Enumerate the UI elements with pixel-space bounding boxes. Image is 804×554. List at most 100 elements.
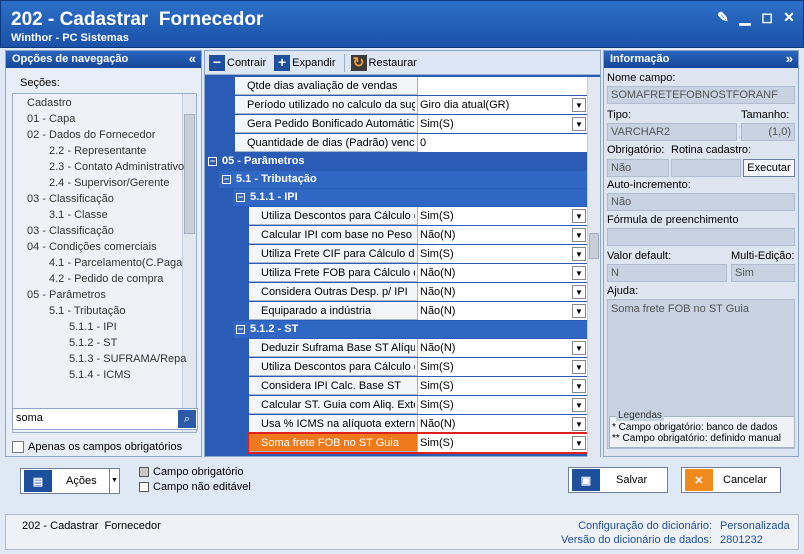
group-row[interactable]: −5.1.2 - ST [233,321,587,338]
parameter-value[interactable]: Sim(S) ▼ [417,207,587,225]
tree-item[interactable]: 2.4 - Supervisor/Gerente [49,176,169,191]
parameter-value[interactable]: Sim(S) ▼ [417,377,587,395]
dropdown-arrow-icon[interactable]: ▼ [572,247,586,261]
parameter-row[interactable]: Gera Pedido Bonificado Automático Sim(S) ▼ [235,115,587,133]
dropdown-arrow-icon[interactable]: ▼ [572,417,586,431]
dropdown-arrow-icon[interactable]: ▼ [572,285,586,299]
tree-item[interactable]: 5.1 - Tributação [49,304,125,319]
actions-button[interactable]: ▤ Ações ▼ [20,468,120,494]
collapse-right-icon[interactable]: » [786,51,793,66]
parameter-row[interactable]: Calcular ST. Guia com Aliq. ExternaSim(S… [249,396,587,414]
dropdown-arrow-icon[interactable]: ▼ [572,304,586,318]
tree-item[interactable]: 5.1.4 - ICMS [69,368,131,383]
tree-item[interactable]: 3.1 - Classe [49,208,108,223]
parameter-row[interactable]: Soma frete FOB no ST Guia Sim(S) ▼ [247,432,587,454]
parameter-row[interactable]: Utiliza Frete CIF para Cálculo do Sim(S) ▼ [249,245,587,263]
dropdown-arrow-icon[interactable]: ▼ [572,209,586,223]
parameter-row[interactable]: Calcular IPI com base no Peso líquidoNão… [249,226,587,244]
parameter-row[interactable]: Utiliza Descontos para Cálculo de Sim(S) ▼ [249,207,587,225]
parameter-row[interactable]: Equiparado a indústria Não(N) ▼ [249,302,587,320]
tree-item[interactable]: Cadastro [27,96,72,111]
dropdown-arrow-icon[interactable]: ▼ [572,266,586,280]
parameter-value[interactable]: Não(N) ▼ [417,283,587,301]
parameter-row[interactable]: Qtde dias avaliação de vendas [235,77,587,95]
tree-scrollbar[interactable] [182,94,196,432]
tree-item[interactable]: 5.1.3 - SUFRAMA/Repa [69,352,186,367]
collapse-toggle-icon[interactable]: − [208,157,217,166]
grid-scrollbar[interactable] [587,77,600,457]
parameter-value[interactable]: Não(N) ▼ [417,264,587,282]
group-row[interactable]: −5.1.1 - IPI [233,189,587,206]
default-label: Valor default: [607,250,672,262]
collapse-button[interactable]: − Contrair [209,54,270,72]
parameter-row[interactable]: Utiliza Frete FOB para Cálculo do Não(N) ▼ [249,264,587,282]
tree-item[interactable]: 01 - Capa [27,112,75,127]
group-row[interactable]: −05 - Parâmetros [205,153,587,170]
search-icon[interactable]: ⌕ [178,410,196,428]
dropdown-arrow-icon[interactable]: ▼ [572,228,586,242]
parameter-value[interactable] [417,77,587,95]
tree-scroll-thumb[interactable] [184,114,195,234]
tree-item[interactable]: 4.1 - Parcelamento(C.Paga [49,256,182,271]
sections-tree[interactable]: Cadastro 01 - Capa 02 - Dados do Fornecedo… [12,93,197,433]
parameter-row[interactable]: Considera Outras Desp. p/ IPI Não(N) ▼ [249,283,587,301]
tree-item[interactable]: 05 - Parâmetros [27,288,106,303]
parameter-value[interactable]: Não(N) ▼ [417,415,587,433]
tree-item[interactable]: 2.2 - Representante [49,144,146,159]
parameter-row[interactable]: Utiliza Descontos para Cálculo de Sim(S) ▼ [249,358,587,376]
tree-item[interactable]: 2.3 - Contato Administrativo [49,160,184,175]
dropdown-arrow-icon[interactable]: ▼ [572,398,586,412]
tree-item[interactable]: 04 - Condições comerciais [27,240,157,255]
actions-label: Ações [66,475,97,487]
parameter-value[interactable]: Sim(S) ▼ [417,396,587,414]
parameter-row[interactable]: Deduzir Suframa Base ST Alíquota Não(N) ▼ [249,339,587,357]
parameter-value[interactable]: Sim(S) ▼ [417,245,587,263]
group-row[interactable]: −5.1 - Tributação [219,171,587,188]
tree-item[interactable]: 02 - Dados do Fornecedor [27,128,155,143]
dropdown-arrow-icon[interactable]: ▼ [572,117,586,131]
edit-window-icon[interactable]: ✎ [715,10,731,25]
collapse-left-icon[interactable]: « [189,51,196,66]
parameter-value[interactable]: Sim(S) ▼ [417,358,587,376]
tree-item[interactable]: 4.2 - Pedido de compra [49,272,163,287]
dropdown-arrow-icon[interactable]: ▼ [572,98,586,112]
parameter-value[interactable]: Não(N) ▼ [417,226,587,244]
parameter-value[interactable]: Sim(S) ▼ [417,115,587,133]
collapse-toggle-icon[interactable]: − [236,193,245,202]
minimize-icon[interactable]: ▁ [737,10,753,25]
dropdown-arrow-icon[interactable]: ▼ [572,341,586,355]
only-required-filter[interactable]: Apenas os campos obrigatórios [12,441,182,453]
parameter-row[interactable]: Quantidade de dias (Padrão) venc 0 [235,134,587,152]
search-field[interactable]: ⌕ [12,408,198,430]
parameter-label: Usa % ICMS na alíquota externa [261,418,415,430]
parameter-value[interactable]: Giro dia atual(GR) ▼ [417,96,587,114]
parameter-value[interactable]: Não(N) ▼ [417,339,587,357]
tree-item[interactable]: 5.1.1 - IPI [69,320,117,335]
dict-config-label: Configuração do dicionário: [578,520,712,532]
tree-item[interactable]: 5.1.2 - ST [69,336,117,351]
tree-item[interactable]: 03 - Classificação [27,192,114,207]
parameter-row[interactable]: Considera IPI Calc. Base ST Sim(S) ▼ [249,377,587,395]
search-input[interactable] [16,412,176,424]
collapse-toggle-icon[interactable]: − [222,175,231,184]
maximize-icon[interactable]: ◻ [759,10,775,25]
collapse-toggle-icon[interactable]: − [236,325,245,334]
cancel-button[interactable]: ✕ Cancelar [681,467,781,493]
grid-scroll-thumb[interactable] [589,233,599,259]
close-icon[interactable]: ✕ [781,10,797,25]
save-button[interactable]: ▣ Salvar [568,467,668,493]
tree-item[interactable]: 03 - Classificação [27,224,114,239]
parameter-row[interactable]: Usa % ICMS na alíquota externa Não(N) ▼ [249,415,587,433]
parameter-row[interactable]: Período utilizado no calculo da sugestão… [235,96,587,114]
dropdown-arrow-icon[interactable]: ▼ [572,360,586,374]
dropdown-arrow-icon[interactable]: ▼ [572,379,586,393]
dropdown-arrow-icon[interactable]: ▼ [572,436,586,450]
parameter-value[interactable]: Sim(S) ▼ [417,434,587,452]
execute-button[interactable]: Executar [743,159,795,177]
actions-dropdown-icon[interactable]: ▼ [109,469,119,493]
only-required-checkbox[interactable] [12,441,24,453]
parameter-value[interactable]: 0 [417,134,587,152]
expand-button[interactable]: + Expandir [274,54,339,72]
restore-button[interactable]: ↻ Restaurar [343,53,421,72]
parameter-value[interactable]: Não(N) ▼ [417,302,587,320]
